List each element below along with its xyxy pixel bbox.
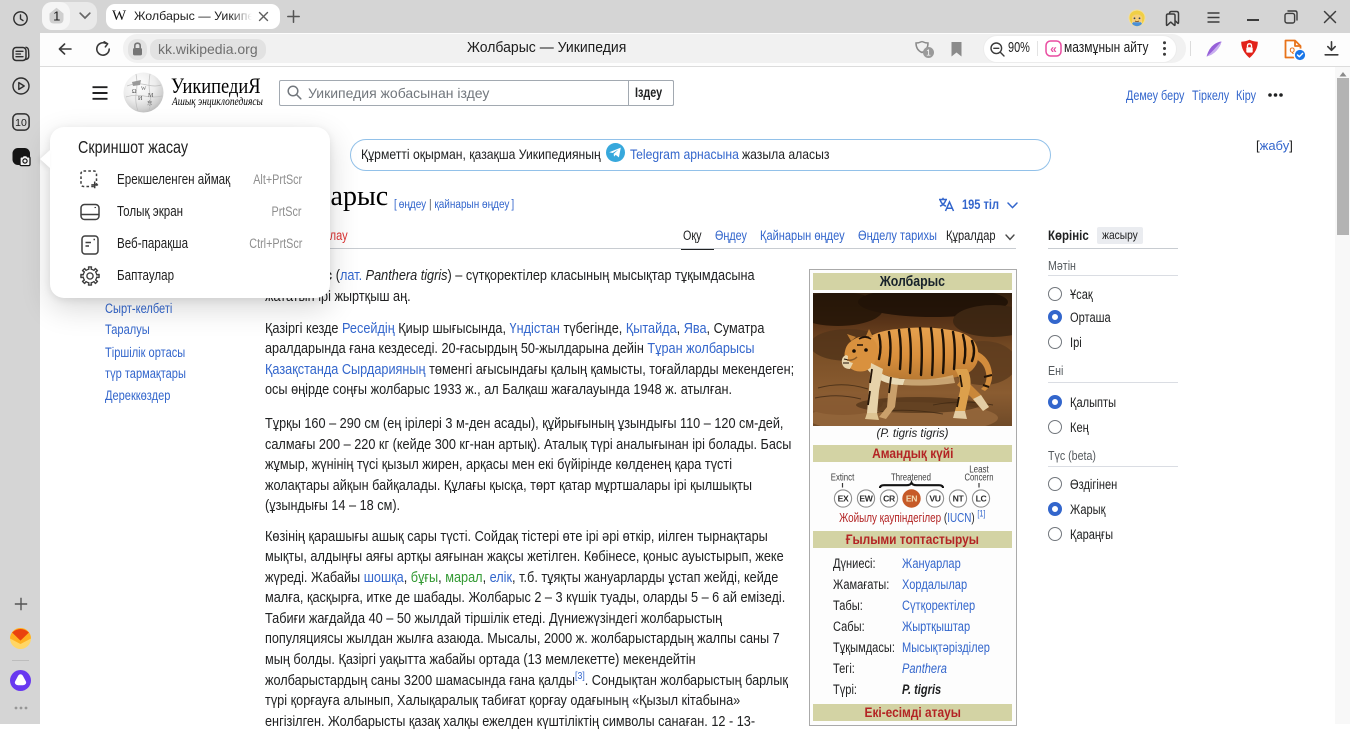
svg-text:Concern: Concern <box>965 473 994 484</box>
svg-text:东: 东 <box>147 99 153 107</box>
svg-text:VU: VU <box>929 494 940 504</box>
svg-text:«: « <box>1050 42 1057 56</box>
svg-text:EW: EW <box>859 494 873 504</box>
svg-text:EX: EX <box>838 494 849 504</box>
svg-text:Μ: Μ <box>148 93 154 99</box>
svg-text:Extinct: Extinct <box>831 473 855 484</box>
svg-text:NT: NT <box>953 494 965 504</box>
svg-text:W: W <box>141 86 147 92</box>
svg-text:1: 1 <box>926 48 931 58</box>
svg-text:CR: CR <box>883 494 896 504</box>
svg-text:LC: LC <box>976 494 987 504</box>
svg-text:Ω: Ω <box>132 89 137 95</box>
svg-text:10: 10 <box>15 117 27 129</box>
svg-text:И: И <box>138 96 143 102</box>
svg-text:1: 1 <box>53 9 60 24</box>
svg-text:EN: EN <box>906 494 917 504</box>
